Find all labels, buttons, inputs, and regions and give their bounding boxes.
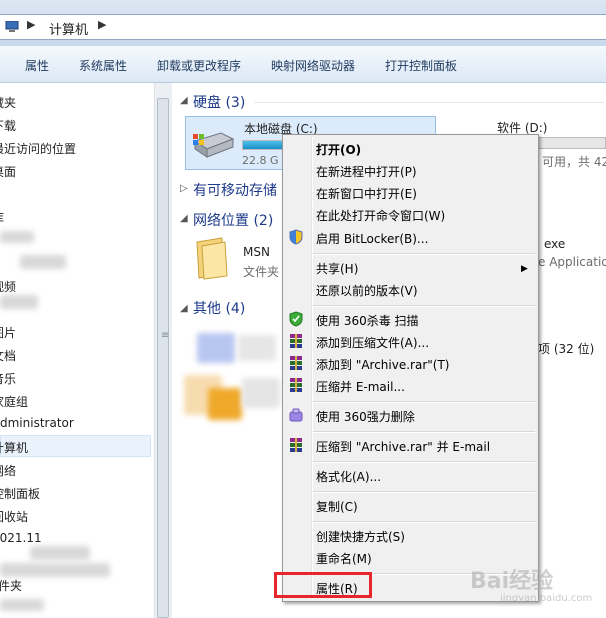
address-bar-area: ▶ 计算机 ▶ [0, 0, 606, 47]
group-divider [254, 102, 604, 103]
blurred-region [30, 546, 90, 560]
nav-item-folder[interactable]: 文件夹 [0, 577, 22, 594]
winrar-icon [290, 334, 302, 348]
collapse-icon[interactable]: ◢ [180, 213, 188, 224]
menu-item-open-cmd[interactable]: 在此处打开命令窗口(W) [316, 207, 445, 224]
highlight-box [274, 572, 372, 598]
collapse-icon[interactable]: ◢ [180, 303, 188, 314]
menu-gutter [311, 137, 313, 599]
menu-separator [313, 461, 535, 463]
blurred-icon [242, 378, 280, 408]
computer-icon [5, 21, 19, 32]
menu-separator [313, 305, 535, 307]
menu-item-rename[interactable]: 重命名(M) [316, 550, 372, 567]
nav-item-computer[interactable]: 计算机 [0, 439, 28, 456]
nav-item-recycle-bin[interactable]: 回收站 [0, 508, 28, 525]
blurred-icon [208, 388, 242, 420]
menu-item-compress-rar-email[interactable]: 压缩到 "Archive.rar" 并 E-mail [316, 438, 490, 455]
toolbar-map-drive-button[interactable]: 映射网络驱动器 [271, 57, 355, 74]
menu-item-bitlocker[interactable]: 启用 BitLocker(B)... [316, 230, 428, 247]
expand-icon[interactable]: ▷ [180, 183, 188, 194]
nav-scrollbar[interactable]: ≡ [154, 83, 172, 618]
watermark-url: jingyan.baidu.com [500, 593, 593, 604]
nav-item-favorites[interactable]: 藏夹 [0, 94, 16, 111]
command-bar: 属性 系统属性 卸载或更改程序 映射网络驱动器 打开控制面板 [0, 46, 606, 83]
nav-item-folder-2021-11[interactable]: 2021.11 [0, 531, 42, 545]
collapse-icon[interactable]: ◢ [180, 95, 188, 106]
menu-item-format[interactable]: 格式化(A)... [316, 468, 381, 485]
360-delete-icon [289, 408, 303, 422]
nav-item-recent[interactable]: 最近访问的位置 [0, 140, 76, 157]
menu-separator [313, 431, 535, 433]
nav-item-documents[interactable]: 文档 [0, 347, 16, 364]
nav-item-music[interactable]: 音乐 [0, 370, 16, 387]
nav-item-downloads[interactable]: 下载 [0, 117, 16, 134]
scrollbar-grip-icon: ≡ [161, 330, 170, 341]
menu-item-360-scan[interactable]: 使用 360杀毒 扫描 [316, 312, 419, 329]
menu-item-open-new-process[interactable]: 在新进程中打开(P) [316, 163, 417, 180]
nav-item-homegroup[interactable]: 家庭组 [0, 393, 28, 410]
network-item-text: exe [544, 237, 566, 251]
toolbar-system-properties-button[interactable]: 系统属性 [79, 57, 127, 74]
menu-item-create-shortcut[interactable]: 创建快捷方式(S) [316, 528, 405, 545]
group-title-network[interactable]: 网络位置 (2) [193, 210, 273, 230]
group-title-hard-drives[interactable]: 硬盘 (3) [193, 92, 245, 112]
folder-icon [196, 237, 228, 280]
other-item-text: 项 (32 位) [538, 342, 595, 356]
breadcrumb-arrow-icon[interactable]: ▶ [98, 18, 106, 31]
menu-item-360-delete[interactable]: 使用 360强力删除 [316, 408, 415, 425]
drive-d-info: 可用，共 42 [542, 155, 606, 169]
menu-separator [313, 491, 535, 493]
menu-item-compress-email[interactable]: 压缩并 E-mail... [316, 378, 405, 395]
360-antivirus-icon [289, 311, 303, 327]
nav-item-desktop[interactable]: 桌面 [0, 163, 16, 180]
nav-scrollbar-thumb[interactable]: ≡ [157, 98, 169, 618]
watermark: Bai经验 [470, 569, 554, 594]
menu-item-add-archive[interactable]: 添加到压缩文件(A)... [316, 334, 429, 351]
blurred-region [0, 599, 44, 611]
nav-item-videos[interactable]: 视频 [0, 278, 16, 295]
menu-item-share[interactable]: 共享(H) [316, 260, 358, 277]
blurred-icon [197, 333, 235, 363]
breadcrumb-arrow-icon[interactable]: ▶ [27, 18, 35, 31]
msn-folder-name[interactable]: MSN [243, 245, 270, 259]
menu-item-add-archive-rar[interactable]: 添加到 "Archive.rar"(T) [316, 356, 449, 373]
winrar-icon [290, 438, 302, 452]
menu-item-restore-versions[interactable]: 还原以前的版本(V) [316, 282, 418, 299]
nav-item-pictures[interactable]: 图片 [0, 324, 16, 341]
group-title-removable[interactable]: 有可移动存储 [193, 180, 277, 200]
blurred-region [0, 563, 110, 577]
navigation-pane: 藏夹 下载 最近访问的位置 桌面 库 视频 图片 文档 音乐 家庭组 Admin… [0, 83, 153, 618]
nav-item-libraries[interactable]: 库 [0, 209, 4, 226]
blurred-region [0, 295, 38, 309]
hard-drive-icon [193, 132, 235, 158]
nav-item-network[interactable]: 网络 [0, 462, 16, 479]
blurred-region [0, 231, 34, 243]
msn-folder-type: 文件夹 [243, 265, 280, 279]
menu-item-copy[interactable]: 复制(C) [316, 498, 358, 515]
menu-item-open[interactable]: 打开(O) [316, 141, 361, 158]
winrar-icon [290, 378, 302, 392]
winrar-icon [290, 356, 302, 370]
blurred-region [20, 255, 66, 269]
address-bar[interactable]: ▶ 计算机 ▶ [0, 14, 606, 40]
group-title-other[interactable]: 其他 (4) [193, 298, 245, 318]
shield-uac-icon [289, 229, 303, 245]
network-item-type: e Applicatio [538, 255, 606, 269]
menu-separator [313, 521, 535, 523]
address-path[interactable]: 计算机 [49, 19, 88, 38]
blurred-icon [238, 335, 276, 361]
menu-separator [313, 401, 535, 403]
submenu-arrow-icon: ▶ [521, 264, 528, 274]
nav-item-administrator[interactable]: Administrator [0, 416, 74, 430]
nav-item-control-panel[interactable]: 控制面板 [0, 485, 40, 502]
toolbar-properties-button[interactable]: 属性 [25, 57, 49, 74]
menu-item-open-new-window[interactable]: 在新窗口中打开(E) [316, 185, 417, 202]
context-menu: 打开(O) 在新进程中打开(P) 在新窗口中打开(E) 在此处打开命令窗口(W)… [282, 134, 539, 602]
drive-c-free: 22.8 G [242, 154, 279, 167]
menu-separator [313, 253, 535, 255]
toolbar-uninstall-button[interactable]: 卸载或更改程序 [157, 57, 241, 74]
toolbar-control-panel-button[interactable]: 打开控制面板 [385, 57, 457, 74]
